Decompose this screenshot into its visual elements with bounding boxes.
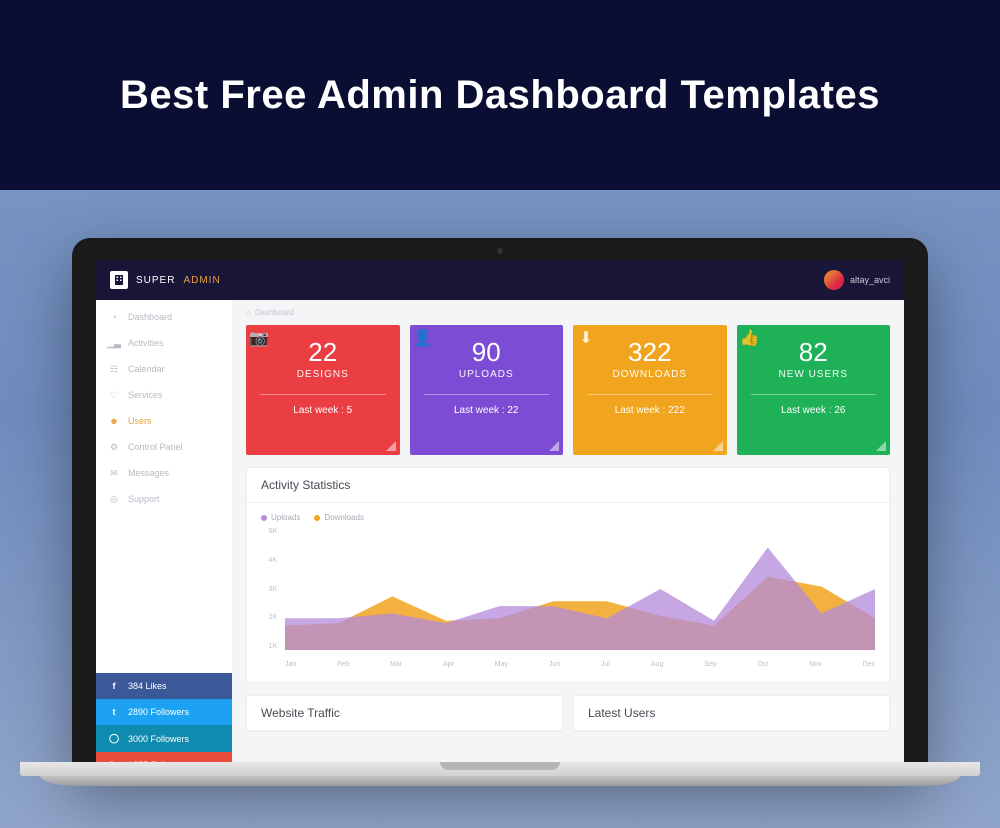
- sidebar-item-services[interactable]: ♡ Services: [96, 382, 232, 408]
- camera-icon: 📷: [252, 331, 266, 345]
- stat-label: NEW USERS: [745, 369, 883, 380]
- sidebar-item-activities[interactable]: ▁▃ Activities: [96, 330, 232, 356]
- brand-logo-icon: [110, 271, 128, 289]
- social-tw[interactable]: t 2890 Followers: [96, 699, 232, 725]
- social-fb[interactable]: f 384 Likes: [96, 673, 232, 699]
- thumbs-up-icon: 👍: [743, 331, 757, 345]
- bottom-panels: Website Traffic Latest Users: [246, 695, 890, 744]
- sidebar-item-label: Dashboard: [128, 312, 172, 322]
- legend-item: Downloads: [314, 513, 364, 522]
- stat-label: DOWNLOADS: [581, 369, 719, 380]
- sidebar-nav: ◔ Dashboard ▁▃ Activities ☷ Calendar ♡ Services…: [96, 300, 232, 516]
- stat-value: 322: [581, 339, 719, 365]
- stat-card-downloads[interactable]: ⬇322 DOWNLOADS Last week : 222: [573, 325, 727, 455]
- user-menu[interactable]: altay_avci: [824, 270, 890, 290]
- sidebar-item-label: Support: [128, 494, 160, 504]
- sidebar-item-label: Users: [128, 416, 152, 426]
- main-content: ⌂ Dashboard 📷22 DESIGNS Last week : 5 👤90 UP…: [232, 300, 904, 778]
- stat-lastweek: Last week : 222: [581, 405, 719, 416]
- tw-icon: t: [108, 707, 120, 717]
- laptop-mockup: SUPER ADMIN altay_avci ◔ Dashboard ▁▃ Activ…: [72, 238, 928, 778]
- laptop-camera: [497, 248, 503, 254]
- laptop-bezel: SUPER ADMIN altay_avci ◔ Dashboard ▁▃ Activ…: [72, 238, 928, 778]
- traffic-panel-title: Website Traffic: [247, 696, 562, 731]
- activity-chart: 5K4K3K2K1K JanFebMarAprMayJunJulAugSepOc…: [261, 528, 875, 668]
- sidebar-item-label: Messages: [128, 468, 169, 478]
- users-icon: ☻: [108, 415, 120, 427]
- stat-value: 22: [254, 339, 392, 365]
- breadcrumb[interactable]: ⌂ Dashboard: [246, 308, 890, 317]
- life-ring-icon: ◎: [108, 493, 120, 505]
- calendar-icon: ☷: [108, 363, 120, 375]
- social-label: 384 Likes: [128, 681, 167, 691]
- stat-value: 90: [418, 339, 556, 365]
- stat-card-designs[interactable]: 📷22 DESIGNS Last week : 5: [246, 325, 400, 455]
- brand-text-a: SUPER: [136, 275, 175, 286]
- app-screen: SUPER ADMIN altay_avci ◔ Dashboard ▁▃ Activ…: [96, 260, 904, 778]
- users-panel: Latest Users: [573, 695, 890, 732]
- fb-icon: f: [108, 681, 120, 691]
- stat-lastweek: Last week : 5: [254, 405, 392, 416]
- stat-card-new-users[interactable]: 👍82 NEW USERS Last week : 26: [737, 325, 891, 455]
- sidebar-item-label: Services: [128, 390, 163, 400]
- laptop-base: [20, 762, 980, 792]
- username: altay_avci: [850, 275, 890, 285]
- sidebar-item-control-panel[interactable]: ⚙ Control Panel: [96, 434, 232, 460]
- y-axis-labels: 5K4K3K2K1K: [261, 528, 281, 650]
- stat-lastweek: Last week : 22: [418, 405, 556, 416]
- social-label: 2890 Followers: [128, 707, 189, 717]
- chart-legend: Uploads Downloads: [261, 513, 875, 522]
- chart-icon: ▁▃: [108, 337, 120, 349]
- stat-label: UPLOADS: [418, 369, 556, 380]
- home-icon: ⌂: [246, 308, 251, 317]
- social-ig[interactable]: ◯ 3000 Followers: [96, 725, 232, 752]
- banner-title: Best Free Admin Dashboard Templates: [120, 73, 880, 118]
- sidebar-item-support[interactable]: ◎ Support: [96, 486, 232, 512]
- activity-panel-title: Activity Statistics: [247, 468, 889, 503]
- sidebar-item-users[interactable]: ☻ Users: [96, 408, 232, 434]
- user-icon: 👤: [416, 331, 430, 345]
- sidebar-item-label: Control Panel: [128, 442, 183, 452]
- chart-plot: [285, 528, 875, 650]
- traffic-panel: Website Traffic: [246, 695, 563, 732]
- app-body: ◔ Dashboard ▁▃ Activities ☷ Calendar ♡ Services…: [96, 300, 904, 778]
- speed-icon: ◔: [108, 311, 120, 323]
- legend-item: Uploads: [261, 513, 300, 522]
- gear-icon: ⚙: [108, 441, 120, 453]
- heart-icon: ♡: [108, 389, 120, 401]
- breadcrumb-text: Dashboard: [255, 308, 294, 317]
- x-axis-labels: JanFebMarAprMayJunJulAugSepOctNovDec: [285, 661, 875, 668]
- stat-lastweek: Last week : 26: [745, 405, 883, 416]
- brand[interactable]: SUPER ADMIN: [110, 271, 221, 289]
- users-panel-title: Latest Users: [574, 696, 889, 731]
- ig-icon: ◯: [108, 733, 120, 744]
- topbar: SUPER ADMIN altay_avci: [96, 260, 904, 300]
- sidebar: ◔ Dashboard ▁▃ Activities ☷ Calendar ♡ Services…: [96, 300, 232, 778]
- stat-card-uploads[interactable]: 👤90 UPLOADS Last week : 22: [410, 325, 564, 455]
- activity-panel: Activity Statistics Uploads Downloads 5K4…: [246, 467, 890, 683]
- sidebar-item-calendar[interactable]: ☷ Calendar: [96, 356, 232, 382]
- sidebar-item-messages[interactable]: ✉ Messages: [96, 460, 232, 486]
- avatar: [824, 270, 844, 290]
- stat-cards: 📷22 DESIGNS Last week : 5 👤90 UPLOADS Last we…: [246, 325, 890, 455]
- stage: SUPER ADMIN altay_avci ◔ Dashboard ▁▃ Activ…: [0, 190, 1000, 828]
- chat-icon: ✉: [108, 467, 120, 479]
- sidebar-item-label: Calendar: [128, 364, 165, 374]
- sidebar-item-label: Activities: [128, 338, 164, 348]
- stat-label: DESIGNS: [254, 369, 392, 380]
- stat-value: 82: [745, 339, 883, 365]
- download-icon: ⬇: [579, 331, 593, 345]
- page-banner: Best Free Admin Dashboard Templates: [0, 0, 1000, 190]
- social-label: 3000 Followers: [128, 734, 189, 744]
- chart-container: Uploads Downloads 5K4K3K2K1K JanFebMarApr…: [247, 503, 889, 682]
- sidebar-item-dashboard[interactable]: ◔ Dashboard: [96, 304, 232, 330]
- brand-text-b: ADMIN: [183, 275, 220, 286]
